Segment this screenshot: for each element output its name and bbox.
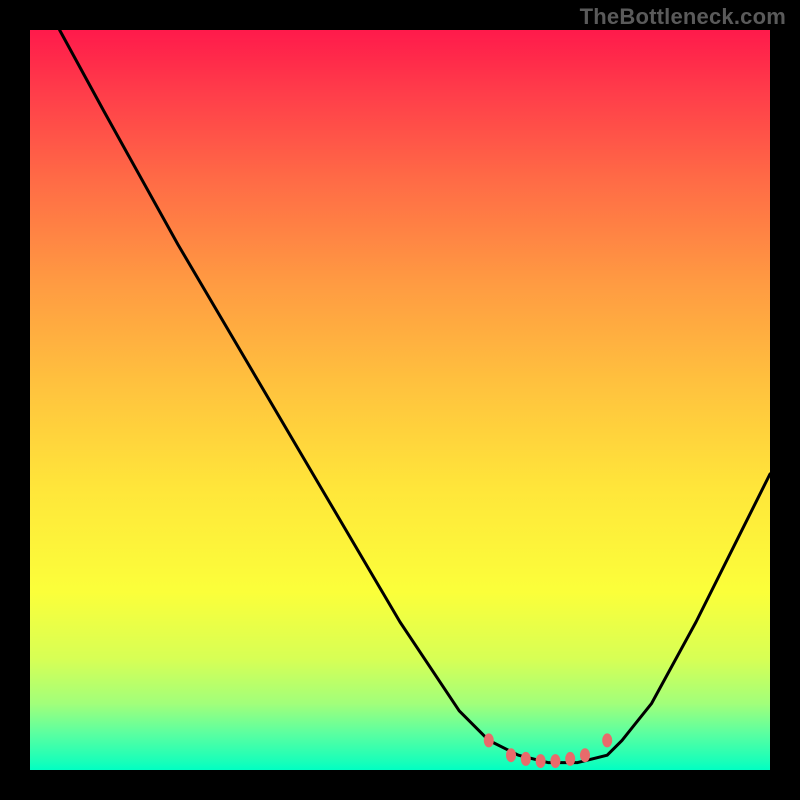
valley-marker (602, 733, 612, 747)
valley-marker (565, 752, 575, 766)
curve-layer (30, 30, 770, 770)
valley-marker (580, 748, 590, 762)
bottleneck-curve (60, 30, 770, 763)
valley-marker (536, 754, 546, 768)
valley-marker (484, 733, 494, 747)
valley-marker (506, 748, 516, 762)
valley-marker (521, 752, 531, 766)
attribution-text: TheBottleneck.com (580, 4, 786, 30)
plot-area (30, 30, 770, 770)
chart-frame: TheBottleneck.com (0, 0, 800, 800)
valley-marker (550, 754, 560, 768)
